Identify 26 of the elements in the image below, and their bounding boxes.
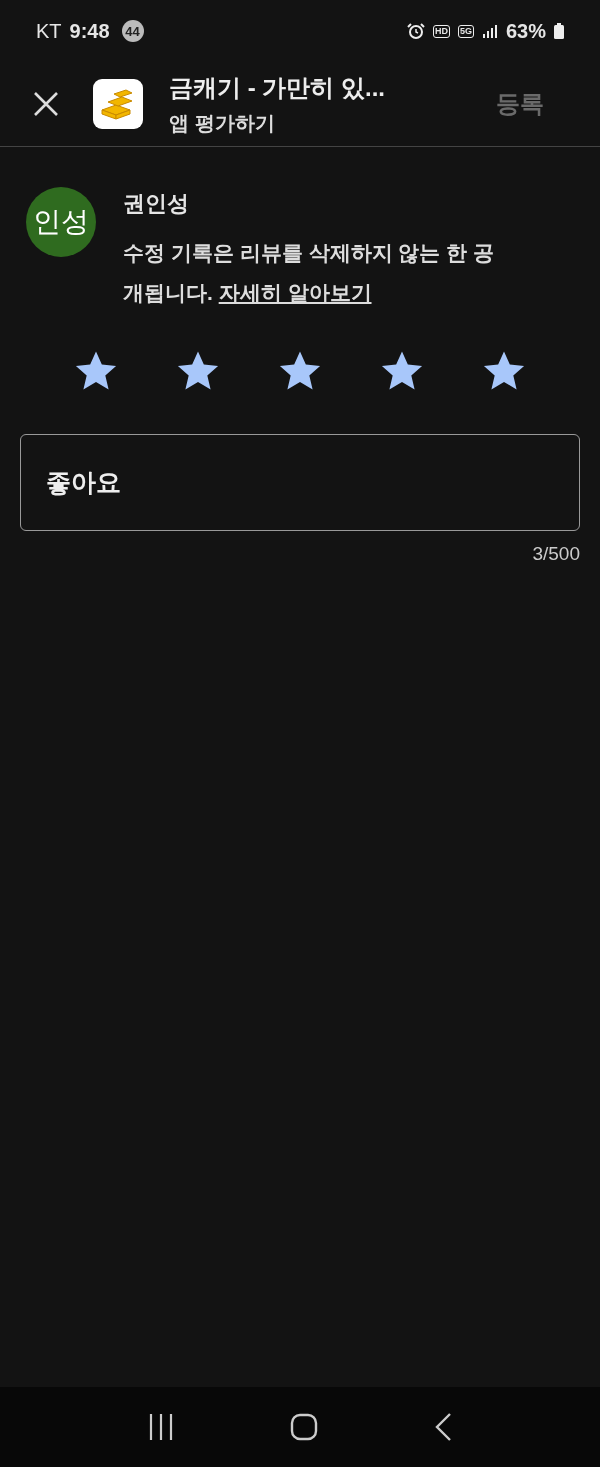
- star-icon[interactable]: [278, 350, 322, 392]
- signal-icon: [481, 23, 498, 39]
- character-count: 3/500: [532, 543, 580, 565]
- app-icon: [93, 79, 143, 129]
- review-text-field[interactable]: 좋아요: [20, 434, 580, 531]
- hd-indicator: HD: [432, 24, 450, 38]
- network-type: 5G: [457, 24, 474, 38]
- user-name: 권인성: [123, 190, 190, 218]
- app-title: 금캐기 - 가만히 있...: [169, 72, 386, 103]
- battery-percent: 63%: [505, 19, 546, 43]
- notification-count: 44: [121, 20, 144, 42]
- page-subtitle: 앱 평가하기: [169, 110, 276, 136]
- home-icon[interactable]: [290, 1413, 318, 1441]
- star-icon[interactable]: [380, 350, 424, 392]
- star-icon[interactable]: [482, 350, 526, 392]
- star-icon[interactable]: [176, 350, 220, 392]
- recent-apps-icon[interactable]: [148, 1413, 174, 1441]
- alarm-icon: [406, 22, 425, 40]
- learn-more-link[interactable]: 자세히 알아보기: [218, 281, 372, 304]
- clock-time: 9:48: [69, 19, 110, 43]
- user-avatar: 인성: [26, 187, 96, 257]
- back-icon[interactable]: [434, 1412, 452, 1442]
- edit-history-notice: 수정 기록은 리뷰를 삭제하지 않는 한 공개됩니다. 자세히 알아보기: [123, 240, 495, 306]
- battery-icon: [554, 23, 564, 39]
- carrier-name: KT: [36, 19, 62, 43]
- star-icon[interactable]: [74, 350, 118, 392]
